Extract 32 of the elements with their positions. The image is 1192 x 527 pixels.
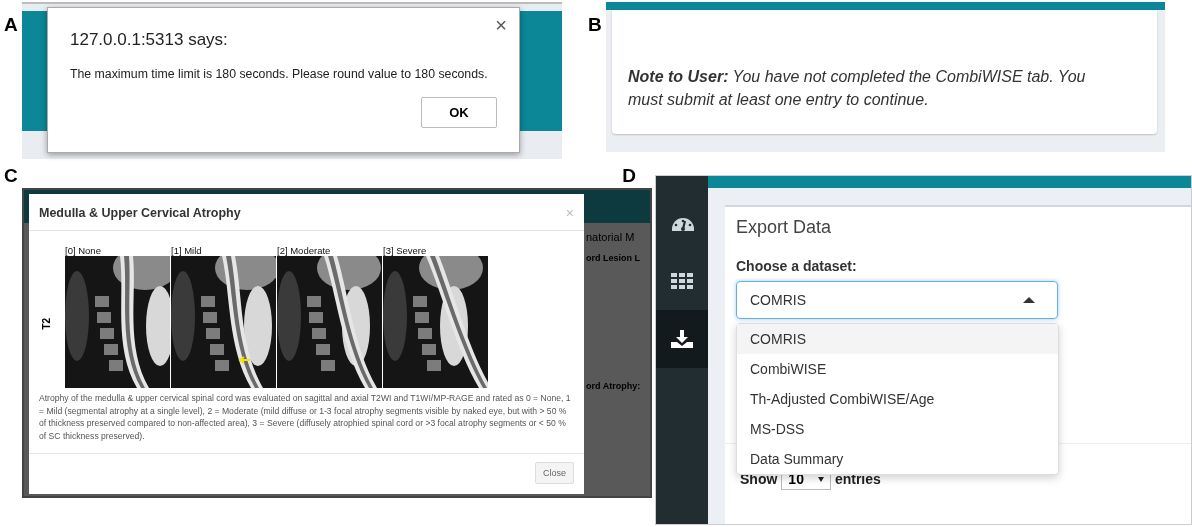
close-button[interactable]: × [495,14,507,37]
dataset-select[interactable]: COMRIS [736,281,1058,319]
arrow-icon [237,356,251,364]
row-label: T2 [40,316,52,330]
dropdown-option[interactable]: CombiWISE [737,354,1058,384]
image-caption: [2] Moderate [277,245,332,256]
panel-label: C [4,165,18,188]
sidebar-item[interactable] [656,310,708,368]
image-caption: [3] Severe [383,245,428,256]
ok-button[interactable]: OK [421,97,497,128]
panel-label: D [622,165,636,188]
description-text: Atrophy of the medulla & upper cervical spinal cord was evaluated on sagittal and axial T2WI and T1WI/MP-RAGE and rated as 0 = None, 1 = Mild (segmental atrophy at a single level), 2 = Moderate (mild diffuse or 1-3 focal atrophy segments visible by naked eye, but with > 50 % of thickness preserved compared to non-affected area), 3 = Severe (diffusely atrophied spinal cord or >3 focal atrophy segments or < 50 % of SC thickness preserved). [39,392,572,442]
field-label: ord Lesion L [586,253,641,263]
dropdown-option[interactable]: COMRIS [737,324,1058,354]
close-button[interactable]: Close [535,462,574,484]
page-title: natorial M [586,231,636,243]
length-label: entries [834,471,881,487]
note-message: Note to User: You have not completed the CombiWISE tab. You must submit at least one entry to continue. [628,67,1087,110]
panel-heading: Export Data [736,217,833,238]
dropdown-option[interactable]: MS-DSS [737,414,1058,444]
dialog-title: 127.0.0.1:5313 says: [70,30,229,50]
modal-title: Medulla & Upper Cervical Atrophy [39,206,241,220]
image-caption: [1] Mild [171,245,203,256]
field-label: Choose a dataset: [736,258,858,274]
grid-icon [670,271,694,291]
dropdown-option[interactable]: Th-Adjusted CombiWISE/Age [737,384,1058,414]
download-icon [670,329,694,349]
image-caption: [0] None [65,245,102,256]
panel-label: A [3,13,19,37]
panel-label: B [588,13,603,37]
field-label: ord Atrophy: [586,381,642,391]
dialog-message: The maximum time limit is 180 seconds. Please round value to 180 seconds. [70,67,489,81]
